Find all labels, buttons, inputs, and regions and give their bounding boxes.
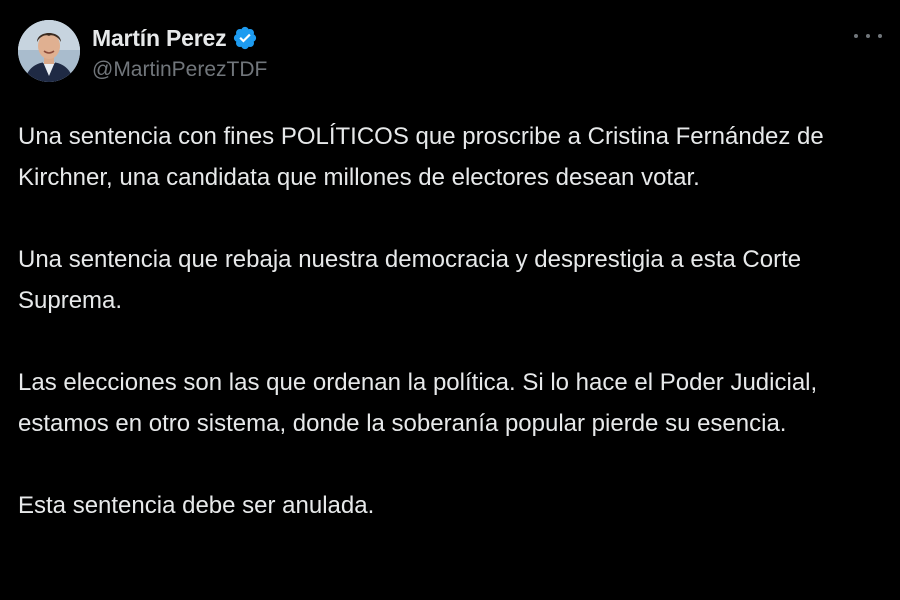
dot <box>878 34 882 38</box>
tweet-card: Martín Perez @MartinPerezTDF Una sentenc… <box>0 0 900 600</box>
author-handle[interactable]: @MartinPerezTDF <box>92 58 267 82</box>
dot <box>854 34 858 38</box>
avatar-photo-icon <box>18 20 80 82</box>
verified-badge-icon[interactable] <box>232 25 258 51</box>
tweet-text: Una sentencia con fines POLÍTICOS que pr… <box>18 116 886 526</box>
tweet-paragraph-3: Las elecciones son las que ordenan la po… <box>18 369 818 437</box>
tweet-paragraph-1: Una sentencia con fines POLÍTICOS que pr… <box>18 123 824 191</box>
tweet-paragraph-2: Una sentencia que rebaja nuestra democra… <box>18 246 802 314</box>
more-options-icon[interactable] <box>854 26 882 46</box>
dot <box>866 34 870 38</box>
author-name[interactable]: Martín Perez <box>92 25 227 52</box>
tweet-paragraph-4: Esta sentencia debe ser anulada. <box>18 492 375 519</box>
author-name-row: Martín Perez <box>92 22 258 54</box>
author-avatar[interactable] <box>18 20 80 82</box>
